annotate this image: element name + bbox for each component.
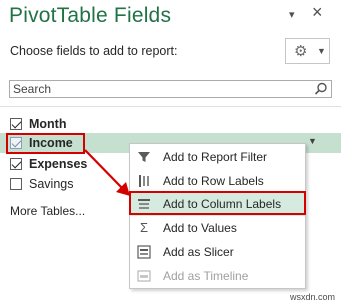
- menu-item-add-as-slicer[interactable]: Add as Slicer: [130, 240, 305, 264]
- filter-icon: [138, 152, 150, 162]
- menu-item-label: Add as Timeline: [163, 269, 249, 283]
- gear-icon: ⚙: [294, 43, 308, 60]
- chevron-down-icon: ▼: [317, 46, 326, 56]
- context-menu: Add to Report Filter Add to Row Labels A…: [129, 143, 306, 289]
- timeline-icon: [137, 270, 151, 282]
- checkbox-month[interactable]: [10, 118, 22, 130]
- pane-title: PivotTable Fields: [9, 4, 172, 27]
- tools-button[interactable]: ⚙ ▼: [285, 38, 330, 64]
- field-label: Expenses: [29, 157, 88, 171]
- field-label: Savings: [29, 177, 74, 191]
- menu-item-add-to-report-filter[interactable]: Add to Report Filter: [130, 145, 305, 169]
- annotation-column-labels-outline: [129, 191, 306, 215]
- slicer-icon: [137, 245, 151, 259]
- menu-item-add-to-row-labels[interactable]: Add to Row Labels: [130, 169, 305, 193]
- search-box[interactable]: [9, 80, 332, 98]
- checkbox-expenses[interactable]: [10, 158, 22, 170]
- sigma-icon: Σ: [139, 220, 149, 235]
- watermark: wsxdn.com: [290, 292, 336, 302]
- checkbox-savings[interactable]: [10, 178, 22, 190]
- field-dropdown-arrow[interactable]: ▼: [308, 136, 317, 146]
- field-label: Month: [29, 117, 67, 131]
- menu-item-label: Add as Slicer: [163, 245, 234, 259]
- pivottable-fields-pane: PivotTable Fields ▾ × Choose fields to a…: [0, 0, 341, 305]
- menu-item-label: Add to Report Filter: [163, 150, 268, 164]
- field-item-month[interactable]: Month: [10, 116, 260, 134]
- close-icon[interactable]: ×: [312, 3, 323, 21]
- more-tables-link[interactable]: More Tables...: [10, 204, 85, 218]
- menu-item-add-to-values[interactable]: Σ Add to Values: [130, 216, 305, 240]
- search-input[interactable]: [10, 81, 313, 97]
- row-labels-icon: [139, 175, 149, 187]
- menu-item-label: Add to Values: [163, 221, 237, 235]
- annotation-income-outline: [6, 133, 85, 154]
- pane-options-dropdown[interactable]: ▾: [289, 8, 295, 21]
- menu-item-add-as-timeline: Add as Timeline: [130, 264, 305, 288]
- choose-fields-label: Choose fields to add to report:: [10, 44, 178, 58]
- menu-item-label: Add to Row Labels: [163, 174, 264, 188]
- divider: [0, 106, 341, 107]
- search-icon[interactable]: [314, 82, 328, 96]
